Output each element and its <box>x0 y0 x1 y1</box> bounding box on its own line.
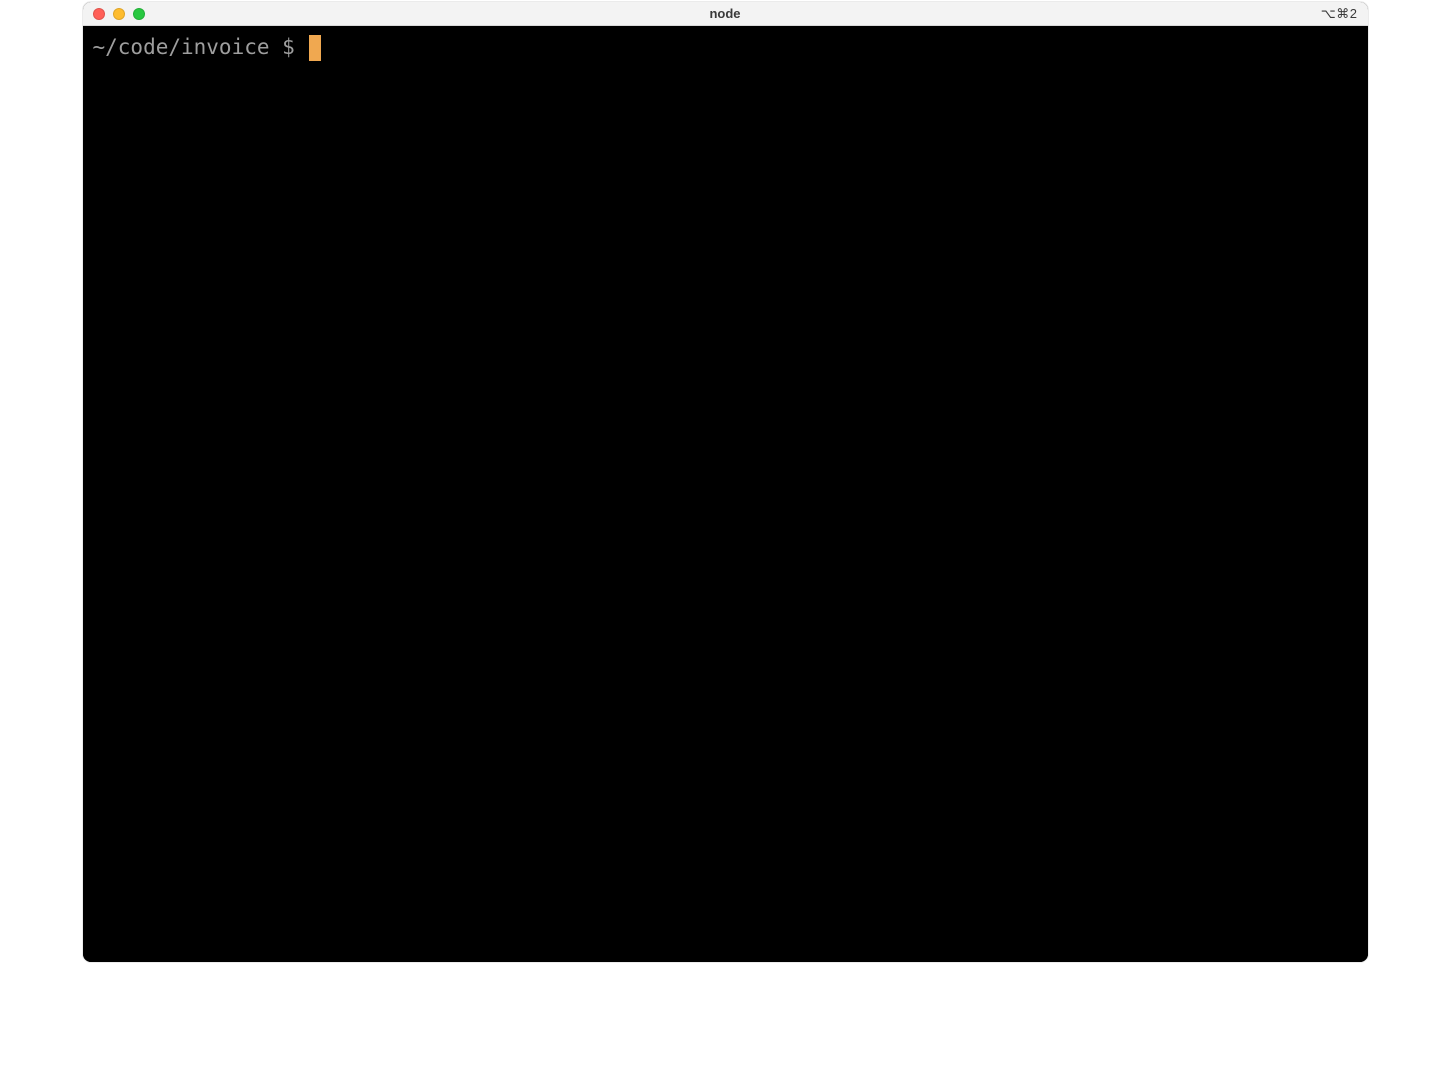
cursor-block-icon <box>309 35 321 61</box>
prompt-text: ~/code/invoice $ <box>93 34 308 61</box>
window-controls <box>83 8 145 20</box>
window-titlebar[interactable]: node ⌥⌘2 <box>83 2 1368 26</box>
prompt-line: ~/code/invoice $ <box>93 34 1358 61</box>
window-title: node <box>83 6 1368 21</box>
window-shortcut-label: ⌥⌘2 <box>1321 6 1368 22</box>
close-button[interactable] <box>93 8 105 20</box>
maximize-button[interactable] <box>133 8 145 20</box>
minimize-button[interactable] <box>113 8 125 20</box>
terminal-window: node ⌥⌘2 ~/code/invoice $ <box>83 2 1368 962</box>
terminal-viewport[interactable]: ~/code/invoice $ <box>83 26 1368 962</box>
